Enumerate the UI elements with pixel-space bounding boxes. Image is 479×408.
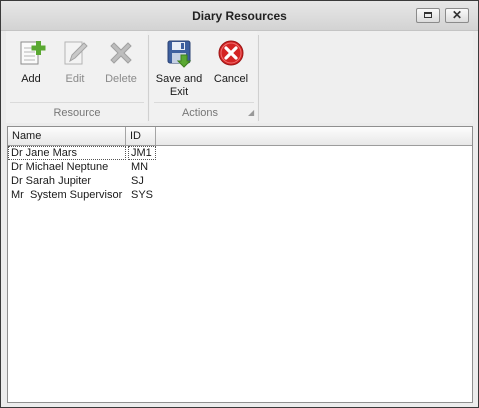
column-header-filler bbox=[156, 127, 472, 145]
delete-label: Delete bbox=[105, 73, 137, 85]
cancel-button[interactable]: Cancel bbox=[209, 33, 253, 93]
edit-label: Edit bbox=[65, 73, 85, 85]
add-document-icon bbox=[20, 41, 46, 65]
table-row[interactable]: Dr Michael Neptune MN bbox=[8, 160, 158, 174]
group-separator bbox=[148, 35, 149, 121]
cancel-icon bbox=[218, 40, 244, 66]
save-disk-icon bbox=[167, 40, 192, 68]
close-button[interactable]: ✕ bbox=[445, 8, 469, 23]
maximize-icon bbox=[424, 12, 432, 18]
delete-button[interactable]: Delete bbox=[100, 33, 142, 93]
table-row[interactable]: Mr System Supervisor SYS bbox=[8, 188, 158, 202]
delete-x-icon bbox=[110, 42, 132, 64]
group-divider bbox=[10, 102, 144, 103]
column-header-name[interactable]: Name bbox=[8, 127, 126, 145]
edit-pencil-icon bbox=[64, 41, 88, 65]
add-button[interactable]: Add bbox=[12, 33, 50, 93]
ribbon: Add Edit Delete Save and Exit Cancel Res… bbox=[6, 31, 473, 123]
resource-group-label: Resource bbox=[53, 107, 101, 119]
title-bar: Diary Resources ✕ bbox=[1, 1, 478, 31]
table-row[interactable]: Dr Jane Mars JM1 bbox=[8, 146, 158, 160]
window-title: Diary Resources bbox=[192, 9, 287, 23]
group-separator bbox=[258, 35, 259, 121]
cancel-label: Cancel bbox=[213, 73, 249, 85]
cell-name: Dr Jane Mars bbox=[8, 146, 126, 160]
diary-resources-window: Diary Resources ✕ Add Edit Delete Save a… bbox=[0, 0, 479, 408]
maximize-button[interactable] bbox=[416, 8, 440, 23]
cell-id: SYS bbox=[131, 189, 154, 201]
cell-id: JM1 bbox=[128, 146, 156, 160]
save-and-exit-label-line1: Save and bbox=[155, 73, 203, 85]
close-x-icon: ✕ bbox=[451, 8, 463, 22]
save-and-exit-button[interactable]: Save and Exit bbox=[154, 33, 204, 98]
cell-name: Dr Michael Neptune bbox=[11, 161, 109, 173]
column-header-id[interactable]: ID bbox=[126, 127, 156, 145]
table-row[interactable]: Dr Sarah Jupiter SJ bbox=[8, 174, 158, 188]
cell-id: MN bbox=[131, 161, 149, 173]
dialog-launcher-icon[interactable]: ◢ bbox=[248, 109, 254, 117]
save-and-exit-label: Save and Exit bbox=[154, 73, 204, 99]
save-and-exit-label-line2: Exit bbox=[169, 86, 189, 98]
group-divider bbox=[154, 102, 254, 103]
cell-id: SJ bbox=[131, 175, 144, 187]
edit-button[interactable]: Edit bbox=[56, 33, 94, 93]
grid-header: Name ID bbox=[8, 127, 472, 146]
add-label: Add bbox=[21, 73, 41, 85]
actions-group-label: Actions bbox=[181, 107, 219, 119]
resources-grid[interactable]: Name ID Dr Jane Mars JM1 Dr Michael Nept… bbox=[7, 126, 473, 403]
cell-name: Mr System Supervisor bbox=[11, 189, 123, 201]
cell-name: Dr Sarah Jupiter bbox=[11, 175, 92, 187]
